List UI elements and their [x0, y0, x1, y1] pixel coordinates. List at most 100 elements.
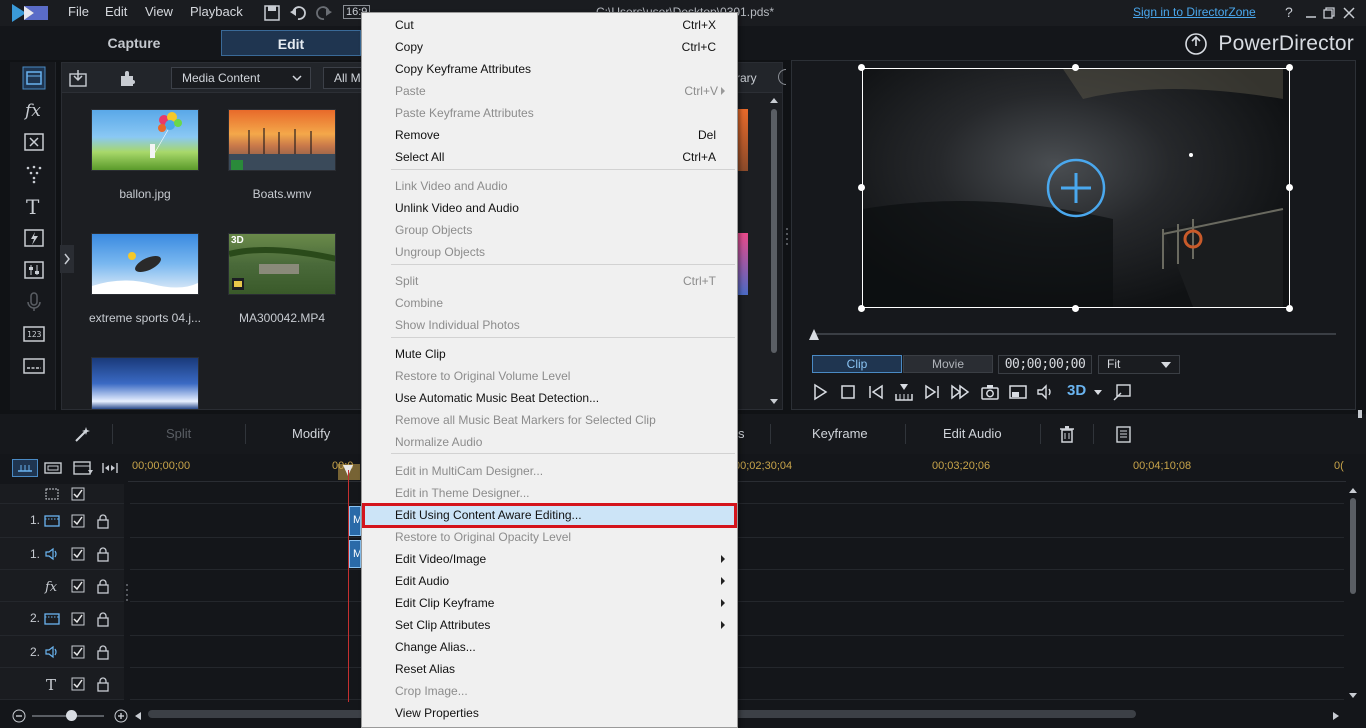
library-scrollbar[interactable] [768, 95, 780, 409]
split-button[interactable]: Split [166, 426, 191, 441]
title-room-icon[interactable]: T [22, 194, 46, 218]
toolbar-label-fragment[interactable]: s [738, 426, 745, 441]
redo-icon[interactable] [314, 3, 334, 23]
help-button[interactable]: ? [1285, 4, 1293, 20]
particle-room-icon[interactable] [22, 162, 46, 186]
magic-tools-icon[interactable] [72, 424, 92, 444]
add-media-icon[interactable] [1046, 158, 1106, 218]
menu-item-mute-clip[interactable]: Mute Clip [362, 343, 735, 365]
menu-item-set-clip-attributes[interactable]: Set Clip Attributes [362, 614, 735, 636]
scroll-right-icon[interactable] [1332, 711, 1340, 721]
undock-preview-icon[interactable] [1112, 382, 1132, 402]
media-thumbnail-extreme-sports[interactable] [91, 233, 199, 295]
sign-in-link[interactable]: Sign in to DirectorZone [1133, 5, 1256, 19]
lock-icon[interactable] [95, 546, 111, 562]
checkbox-icon[interactable] [70, 611, 86, 627]
collapse-panel-button[interactable] [60, 245, 74, 273]
play-icon[interactable] [810, 382, 830, 402]
stop-icon[interactable] [838, 382, 858, 402]
media-content-dropdown[interactable]: Media Content [171, 67, 311, 89]
trash-icon[interactable] [1057, 424, 1077, 444]
checkbox-icon[interactable] [70, 486, 86, 502]
media-thumbnail-sky[interactable] [91, 357, 199, 409]
microphone-icon[interactable] [22, 290, 46, 314]
splitter-handle[interactable] [785, 226, 789, 246]
timeline-view-button[interactable] [12, 459, 38, 477]
snapshot-marker-icon[interactable] [894, 382, 914, 402]
fit-timeline-icon[interactable] [100, 460, 120, 476]
previous-frame-icon[interactable] [866, 382, 886, 402]
timecode-display[interactable]: 00;00;00;00 [998, 355, 1092, 374]
lock-icon[interactable] [95, 611, 111, 627]
minimize-button[interactable] [1304, 6, 1318, 20]
audio-clip[interactable]: M [349, 540, 361, 568]
media-thumbnail-ballon[interactable] [91, 109, 199, 171]
fast-forward-icon[interactable] [950, 382, 970, 402]
menu-item-remove[interactable]: Remove Del [362, 124, 735, 146]
storyboard-view-icon[interactable] [42, 460, 64, 476]
media-thumbnail-boats[interactable] [228, 109, 336, 171]
zoom-in-icon[interactable] [114, 709, 128, 723]
save-icon[interactable] [262, 3, 282, 23]
scroll-left-icon[interactable] [134, 711, 142, 721]
timeline-vertical-scrollbar[interactable] [1346, 484, 1360, 702]
menu-item-use-automatic-music-beat-detection[interactable]: Use Automatic Music Beat Detection... [362, 387, 735, 409]
menu-item-cut[interactable]: Cut Ctrl+X [362, 14, 735, 36]
tab-capture[interactable]: Capture [64, 30, 204, 56]
menu-item-edit-video-image[interactable]: Edit Video/Image [362, 548, 735, 570]
fx-room-icon[interactable]: fx [22, 98, 46, 122]
media-thumbnail-ma300042[interactable]: 3D [228, 233, 336, 295]
resize-handle[interactable] [1072, 64, 1079, 71]
checkbox-icon[interactable] [70, 513, 86, 529]
menu-item-view-properties[interactable]: View Properties [362, 702, 735, 724]
chapter-room-icon[interactable]: 123 [22, 322, 46, 346]
zoom-slider-thumb[interactable] [66, 710, 77, 721]
menu-item-change-alias[interactable]: Change Alias... [362, 636, 735, 658]
pip-preview-icon[interactable] [1008, 382, 1028, 402]
menu-item-select-all[interactable]: Select All Ctrl+A [362, 146, 735, 168]
audio-mixing-room-icon[interactable] [22, 258, 46, 282]
restore-button[interactable] [1322, 6, 1336, 20]
more-features-icon[interactable] [1113, 424, 1133, 444]
preview-seek-bar[interactable] [814, 333, 1336, 335]
preview-tab-movie[interactable]: Movie [903, 355, 993, 373]
track-manager-icon[interactable] [72, 460, 94, 476]
modify-button[interactable]: Modify [292, 426, 330, 441]
preview-tab-clip[interactable]: Clip [812, 355, 902, 373]
plugin-icon[interactable] [118, 68, 138, 88]
3d-mode-icon[interactable]: 3D [1066, 382, 1090, 402]
undo-icon[interactable] [288, 3, 308, 23]
menu-view[interactable]: View [145, 4, 173, 19]
tab-edit[interactable]: Edit [221, 30, 361, 56]
video-clip[interactable]: M [349, 506, 361, 536]
checkbox-icon[interactable] [70, 546, 86, 562]
lock-icon[interactable] [95, 676, 111, 692]
lock-icon[interactable] [95, 513, 111, 529]
resize-handle[interactable] [1286, 64, 1293, 71]
lock-icon[interactable] [95, 644, 111, 660]
resize-handle[interactable] [1286, 184, 1293, 191]
zoom-out-icon[interactable] [12, 709, 26, 723]
edit-audio-button[interactable]: Edit Audio [943, 426, 1002, 441]
menu-file[interactable]: File [68, 4, 89, 19]
transition-room-icon[interactable] [22, 226, 46, 250]
lock-icon[interactable] [95, 578, 111, 594]
menu-playback[interactable]: Playback [190, 4, 243, 19]
zoom-fit-dropdown[interactable]: Fit [1098, 355, 1180, 374]
menu-edit[interactable]: Edit [105, 4, 127, 19]
pip-room-icon[interactable] [22, 130, 46, 154]
media-room-icon[interactable] [22, 66, 46, 90]
import-media-icon[interactable] [68, 68, 88, 88]
keyframe-button[interactable]: Keyframe [812, 426, 868, 441]
menu-item-reset-alias[interactable]: Reset Alias [362, 658, 735, 680]
menu-item-edit-clip-keyframe[interactable]: Edit Clip Keyframe [362, 592, 735, 614]
checkbox-icon[interactable] [70, 676, 86, 692]
volume-icon[interactable] [1035, 382, 1055, 402]
resize-handle[interactable] [858, 305, 865, 312]
camera-icon[interactable] [980, 382, 1000, 402]
menu-item-copy-keyframe-attributes[interactable]: Copy Keyframe Attributes [362, 58, 735, 80]
search-icon[interactable] [778, 69, 786, 85]
resize-handle[interactable] [858, 64, 865, 71]
next-frame-icon[interactable] [922, 382, 942, 402]
media-filter-dropdown[interactable]: All M [323, 67, 363, 89]
